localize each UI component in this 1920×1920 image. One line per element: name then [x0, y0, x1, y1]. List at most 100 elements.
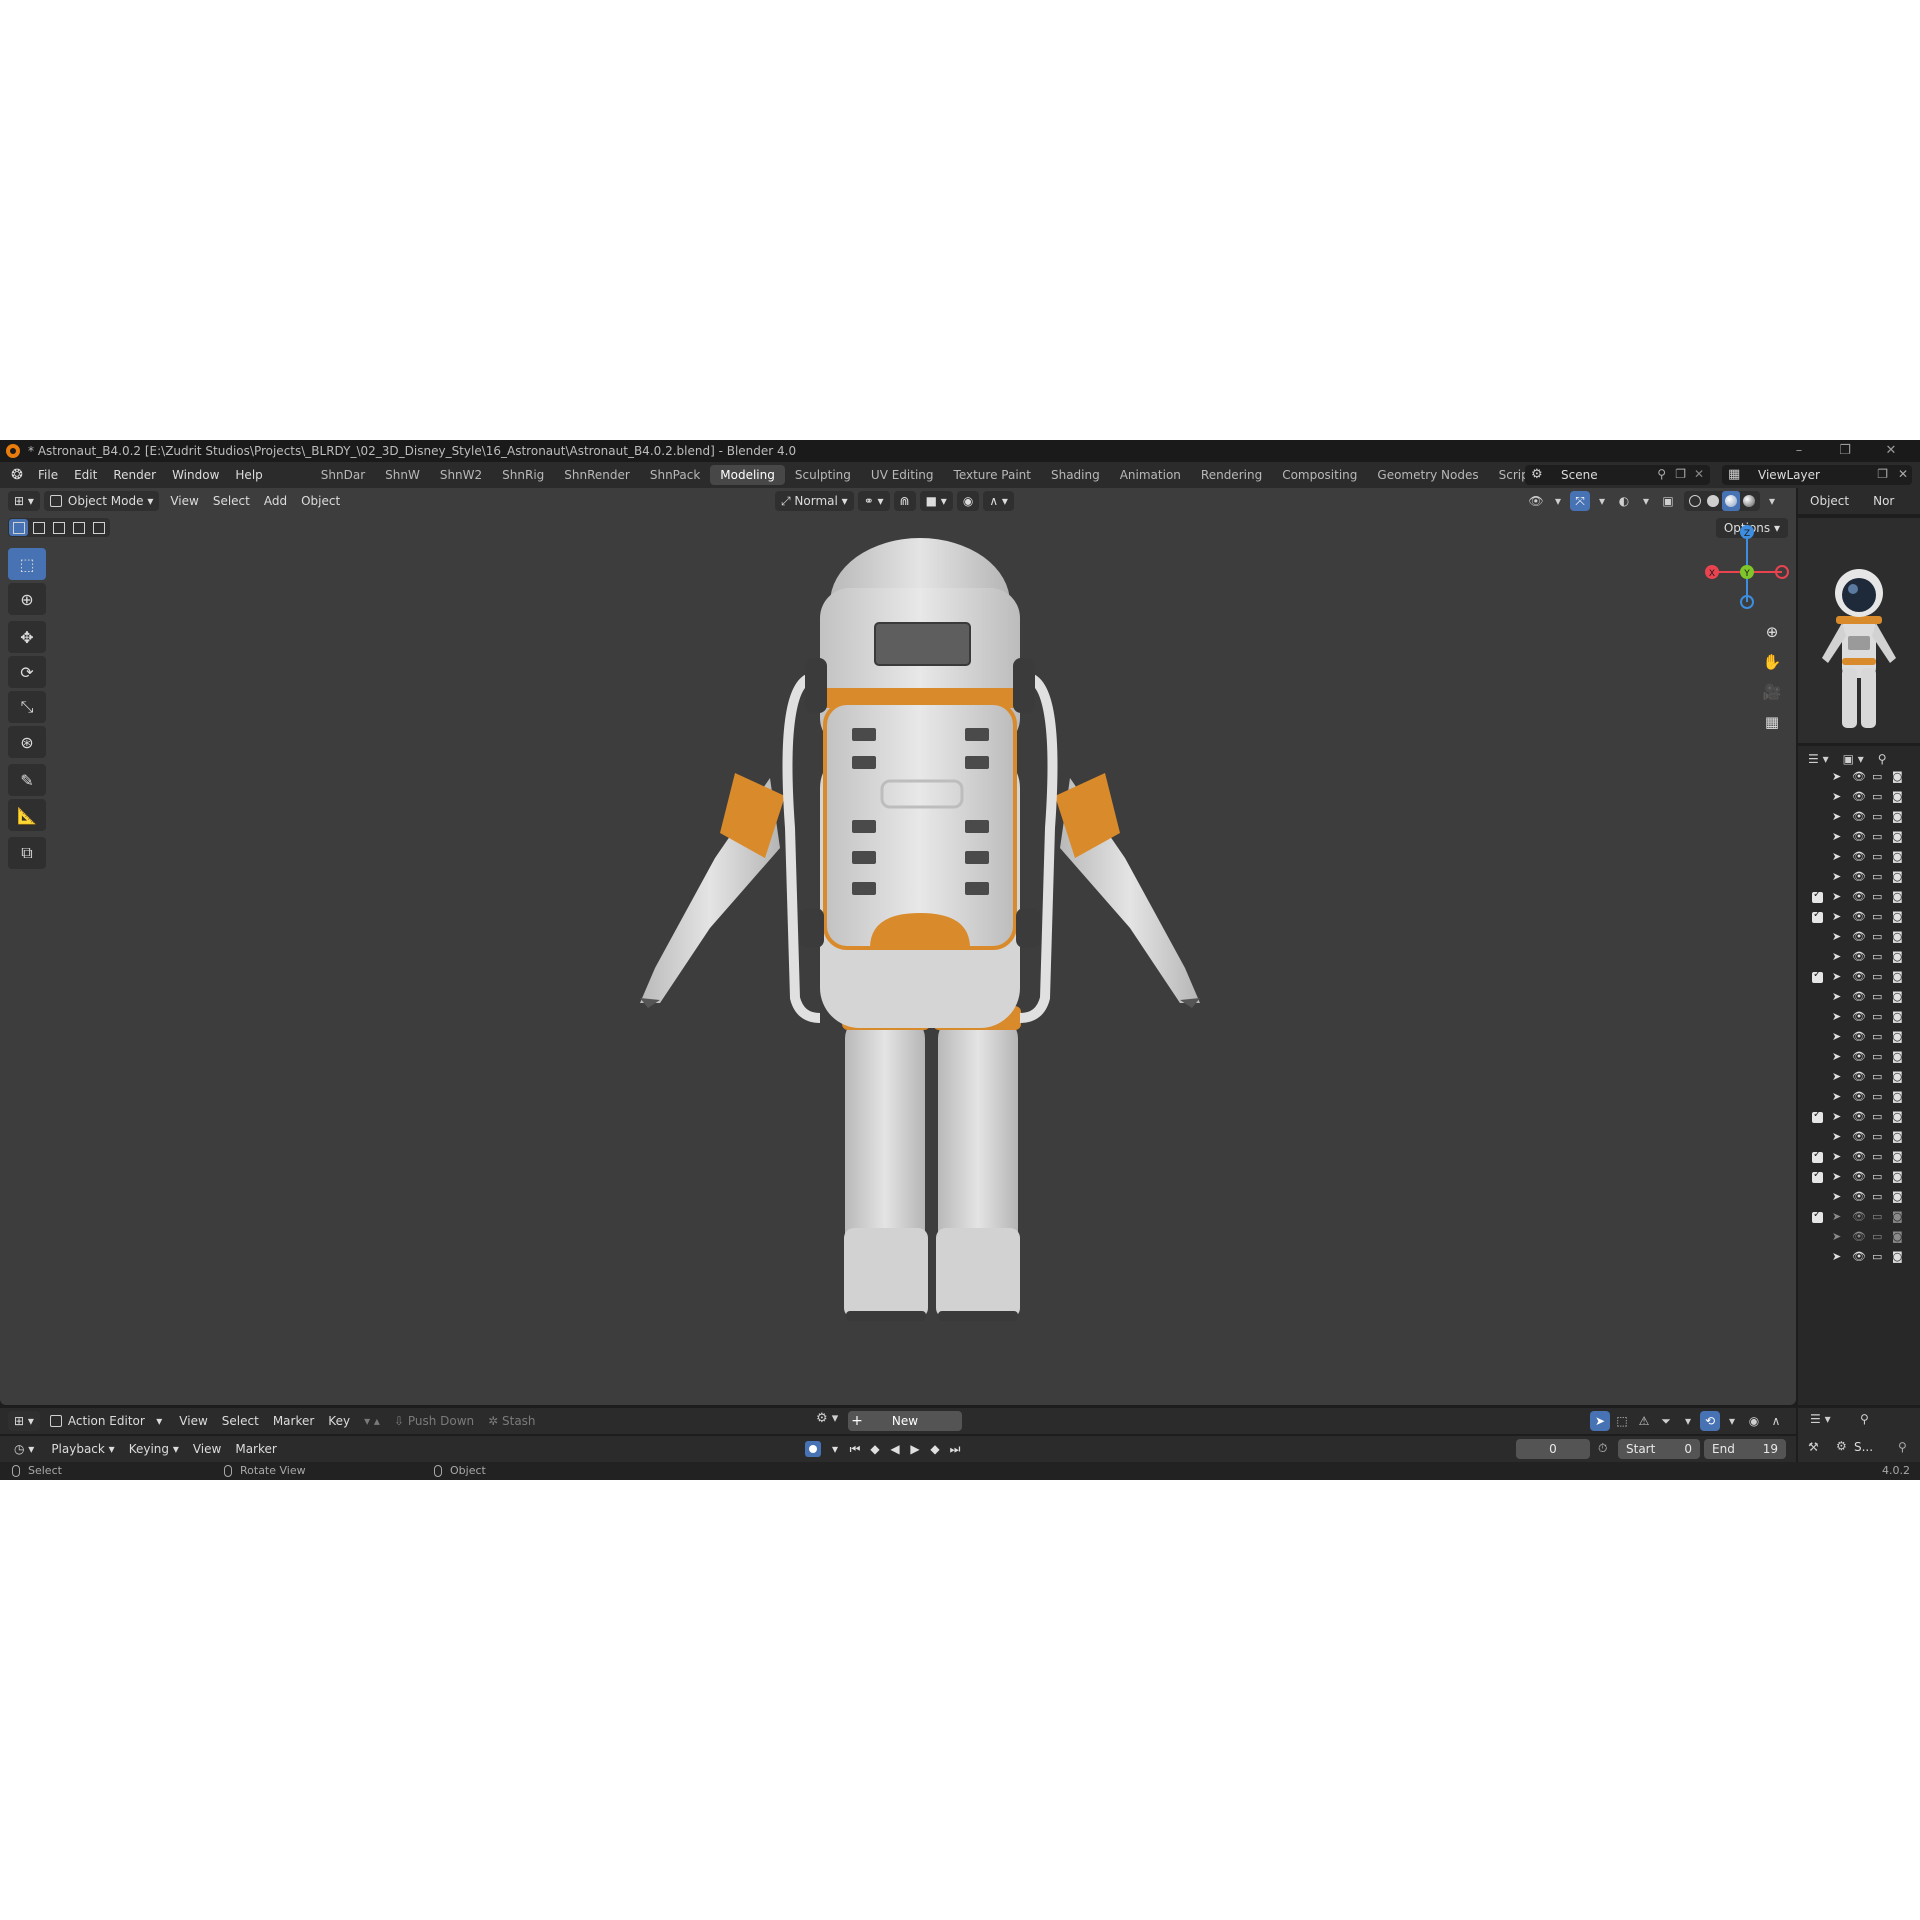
outliner-row[interactable]: ➤ 👁 ▭ ◙	[1798, 988, 1920, 1008]
viewport-display-icon[interactable]: ▭	[1872, 890, 1882, 903]
viewport-display-icon[interactable]: ▭	[1872, 1170, 1882, 1183]
exclude-checkbox[interactable]	[1812, 909, 1823, 923]
selectable-icon[interactable]: ➤	[1832, 890, 1841, 903]
falloff-icon[interactable]: ∧	[1766, 1411, 1786, 1431]
timeline-editor-type[interactable]: ◷ ▾	[8, 1439, 40, 1459]
chevron-down-icon[interactable]: ▾	[1636, 491, 1656, 511]
pan-button[interactable]: ✋	[1758, 648, 1786, 676]
stash-button[interactable]: ✲ Stash	[481, 1414, 542, 1428]
chevron-down-icon[interactable]: ▾	[1678, 1411, 1698, 1431]
selectable-icon[interactable]: ➤	[1832, 950, 1841, 963]
viewport-display-icon[interactable]: ▭	[1872, 1210, 1882, 1223]
eye-icon[interactable]: 👁	[1852, 830, 1866, 843]
render-camera-icon[interactable]: ◙	[1892, 1110, 1903, 1123]
add-cube-tool[interactable]: ⧉	[8, 837, 46, 869]
outliner-row[interactable]: ➤ 👁 ▭ ◙	[1798, 1048, 1920, 1068]
viewport-display-icon[interactable]: ▭	[1872, 770, 1882, 783]
viewport-display-icon[interactable]: ▭	[1872, 1090, 1882, 1103]
menu-window[interactable]: Window	[164, 468, 227, 482]
action-mode-selector[interactable]: Action Editor ▾	[44, 1411, 168, 1431]
render-camera-icon[interactable]: ◙	[1892, 790, 1903, 803]
selectable-icon[interactable]: ➤	[1832, 810, 1841, 823]
blender-menu-icon[interactable]: ❂	[8, 466, 26, 484]
minimize-button[interactable]: –	[1776, 440, 1822, 462]
viewport-display-icon[interactable]: ▭	[1872, 1010, 1882, 1023]
tab-rendering[interactable]: Rendering	[1191, 465, 1272, 485]
outliner-row[interactable]: ➤ 👁 ▭ ◙	[1798, 968, 1920, 988]
render-camera-icon[interactable]: ◙	[1892, 1170, 1903, 1183]
viewport-display-icon[interactable]: ▭	[1872, 950, 1882, 963]
eye-icon[interactable]: 👁	[1852, 1050, 1866, 1063]
render-camera-icon[interactable]: ◙	[1892, 1010, 1903, 1023]
render-camera-icon[interactable]: ◙	[1892, 910, 1903, 923]
outliner-row[interactable]: ➤ 👁 ▭ ◙	[1798, 848, 1920, 868]
selectable-icon[interactable]: ➤	[1832, 1190, 1841, 1203]
transform-tool[interactable]: ⊛	[8, 726, 46, 758]
render-camera-icon[interactable]: ◙	[1892, 810, 1903, 823]
eye-icon[interactable]: 👁	[1852, 1250, 1866, 1263]
current-frame-field[interactable]: 0	[1516, 1439, 1590, 1459]
action-menu-key[interactable]: Key	[321, 1414, 357, 1428]
render-camera-icon[interactable]: ◙	[1892, 770, 1903, 783]
overlay-toggle-icon[interactable]: ◐	[1614, 491, 1634, 511]
outliner-row[interactable]: ➤ 👁 ▭ ◙	[1798, 868, 1920, 888]
auto-snap-icon[interactable]: ⟲	[1700, 1411, 1720, 1431]
action-menu-view[interactable]: View	[172, 1414, 214, 1428]
render-camera-icon[interactable]: ◙	[1892, 1250, 1903, 1263]
new-view-layer-icon[interactable]: ❐	[1877, 467, 1888, 481]
render-camera-icon[interactable]: ◙	[1892, 890, 1903, 903]
action-menu-marker[interactable]: Marker	[266, 1414, 321, 1428]
outliner-row[interactable]: ➤ 👁 ▭ ◙	[1798, 1188, 1920, 1208]
exclude-checkbox[interactable]	[1812, 969, 1823, 983]
viewport-display-icon[interactable]: ▭	[1872, 1110, 1882, 1123]
jump-end-icon[interactable]: ⏭	[945, 1439, 965, 1459]
pin-icon[interactable]: ⚲	[1657, 467, 1666, 481]
3d-viewport[interactable]: ⊞ ▾ Object Mode ▾ View Select Add Object…	[0, 488, 1796, 1405]
tab-texture-paint[interactable]: Texture Paint	[944, 465, 1041, 485]
rotate-tool[interactable]: ⟳	[8, 656, 46, 688]
outliner-row[interactable]: ➤ 👁 ▭ ◙	[1798, 888, 1920, 908]
menu-file[interactable]: File	[30, 468, 66, 482]
selectable-icon[interactable]: ➤	[1832, 1230, 1841, 1243]
chevron-down-icon[interactable]: ▾	[1548, 491, 1568, 511]
play-reverse-icon[interactable]: ◀	[885, 1439, 905, 1459]
zoom-button[interactable]: ⊕	[1758, 618, 1786, 646]
next-keyframe-icon[interactable]: ◆	[925, 1439, 945, 1459]
selectable-icon[interactable]: ➤	[1832, 1050, 1841, 1063]
pivot-selector[interactable]: ⚭ ▾	[857, 491, 890, 511]
tab-object[interactable]: Object	[1798, 494, 1861, 508]
exclude-checkbox[interactable]	[1812, 1169, 1823, 1183]
render-camera-icon[interactable]: ◙	[1892, 1190, 1903, 1203]
only-selected-icon[interactable]: ➤	[1590, 1411, 1610, 1431]
viewport-display-icon[interactable]: ▭	[1872, 1070, 1882, 1083]
tab-shnw[interactable]: ShnW	[375, 465, 430, 485]
exclude-checkbox[interactable]	[1812, 1209, 1823, 1223]
show-hidden-icon[interactable]: ⬚	[1612, 1411, 1632, 1431]
annotate-tool[interactable]: ✎	[8, 764, 46, 796]
selectable-icon[interactable]: ➤	[1832, 1130, 1841, 1143]
outliner-row[interactable]: ➤ 👁 ▭ ◙	[1798, 1168, 1920, 1188]
select-extend-button[interactable]	[29, 519, 48, 536]
selectable-icon[interactable]: ➤	[1832, 1070, 1841, 1083]
outliner-row[interactable]: ➤ 👁 ▭ ◙	[1798, 1248, 1920, 1268]
timeline-menu-view[interactable]: View	[186, 1442, 228, 1456]
select-intersect-button[interactable]	[89, 519, 108, 536]
render-camera-icon[interactable]: ◙	[1892, 1070, 1903, 1083]
selectable-icon[interactable]: ➤	[1832, 970, 1841, 983]
selectable-icon[interactable]: ➤	[1832, 1170, 1841, 1183]
outliner-row[interactable]: ➤ 👁 ▭ ◙	[1798, 1128, 1920, 1148]
proportional-icon[interactable]: ◉	[1744, 1411, 1764, 1431]
selectable-icon[interactable]: ➤	[1832, 770, 1841, 783]
outliner-display-mode-icon[interactable]: ☰ ▾	[1808, 752, 1829, 766]
render-camera-icon[interactable]: ◙	[1892, 1210, 1903, 1223]
play-icon[interactable]: ▶	[905, 1439, 925, 1459]
camera-view-button[interactable]: 🎥	[1758, 678, 1786, 706]
render-camera-icon[interactable]: ◙	[1892, 950, 1903, 963]
selectable-icon[interactable]: ➤	[1832, 910, 1841, 923]
tab-shnrender[interactable]: ShnRender	[554, 465, 640, 485]
outliner-row[interactable]: ➤ 👁 ▭ ◙	[1798, 808, 1920, 828]
selectable-icon[interactable]: ➤	[1832, 990, 1841, 1003]
end-frame-field[interactable]: End 19	[1704, 1439, 1786, 1459]
chevron-down-icon[interactable]: ▾	[1592, 491, 1612, 511]
editor-type-button[interactable]: ⊞ ▾	[8, 1411, 40, 1431]
